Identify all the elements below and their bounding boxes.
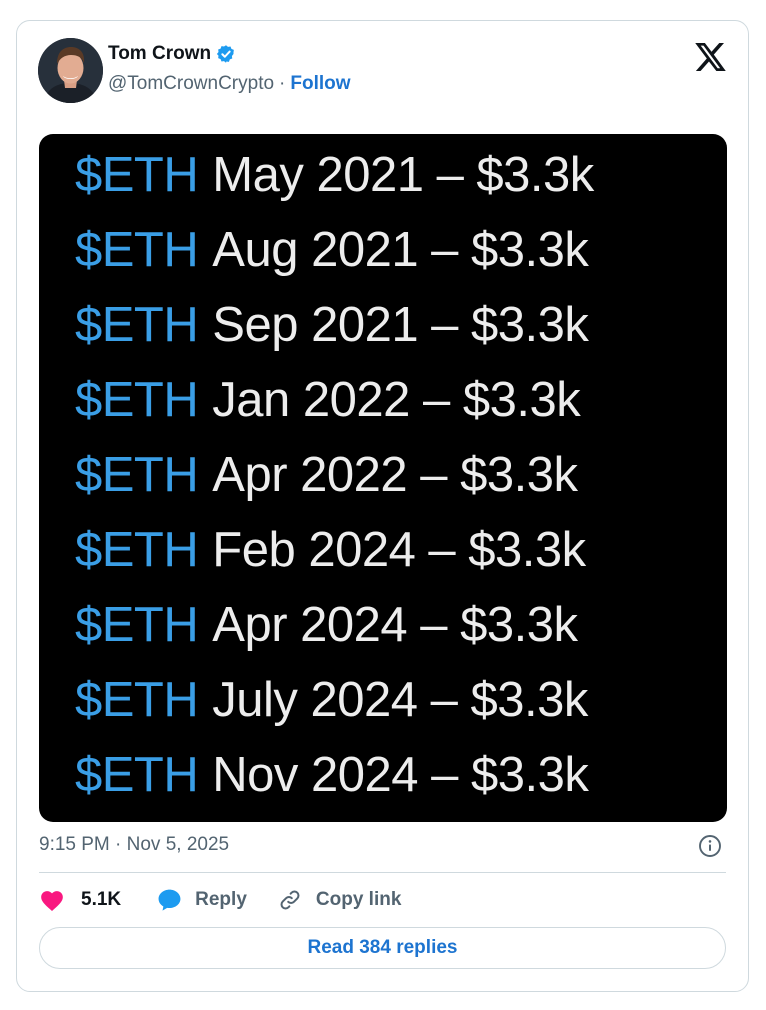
ticker-label: $ETH (75, 148, 199, 202)
media-text-row: $ETH Aug 2021 – $3.3k (75, 213, 589, 287)
info-icon[interactable] (698, 834, 722, 858)
date-price-label: Nov 2024 – $3.3k (212, 748, 589, 802)
date-price-label: Aug 2021 – $3.3k (212, 223, 589, 277)
ticker-label: $ETH (75, 523, 199, 577)
media-text-row: $ETH May 2021 – $3.3k (75, 138, 594, 212)
ticker-label: $ETH (75, 748, 199, 802)
ticker-label: $ETH (75, 373, 199, 427)
date-price-label: Feb 2024 – $3.3k (212, 523, 586, 577)
like-count: 5.1K (81, 889, 122, 910)
author-name[interactable]: Tom Crown (108, 43, 211, 65)
date-price-label: Jan 2022 – $3.3k (212, 373, 581, 427)
media-text-row: $ETH Jan 2022 – $3.3k (75, 363, 581, 437)
follow-button[interactable]: Follow (290, 73, 350, 95)
date-price-label: Apr 2024 – $3.3k (212, 598, 578, 652)
divider (39, 872, 726, 873)
author-name-row: Tom Crown (108, 43, 236, 65)
copy-link-button[interactable]: Copy link (278, 888, 402, 912)
media-text-row: $ETH July 2024 – $3.3k (75, 663, 588, 737)
ticker-label: $ETH (75, 223, 199, 277)
ticker-label: $ETH (75, 448, 199, 502)
reply-label: Reply (195, 889, 247, 910)
read-replies-button[interactable]: Read 384 replies (39, 927, 726, 969)
reply-button[interactable]: Reply (157, 888, 247, 912)
media-text-row: $ETH Nov 2024 – $3.3k (75, 738, 589, 812)
author-handle[interactable]: @TomCrownCrypto (108, 73, 274, 95)
copy-link-label: Copy link (315, 889, 402, 910)
ticker-label: $ETH (75, 298, 199, 352)
ticker-label: $ETH (75, 673, 199, 727)
date-price-label: May 2021 – $3.3k (212, 148, 594, 202)
tweet-card: Tom Crown @TomCrownCrypto · Follow $ETH … (16, 20, 749, 992)
tweet-timestamp[interactable]: 9:15 PM · Nov 5, 2025 (39, 834, 229, 856)
ticker-label: $ETH (75, 598, 199, 652)
like-button[interactable]: 5.1K (39, 888, 121, 912)
media-text-row: $ETH Sep 2021 – $3.3k (75, 288, 589, 362)
avatar-image (38, 38, 103, 103)
link-icon (278, 888, 316, 912)
date-price-label: Apr 2022 – $3.3k (212, 448, 578, 502)
author-handle-row: @TomCrownCrypto · Follow (108, 73, 351, 95)
x-logo-icon[interactable] (695, 43, 726, 71)
date-price-label: July 2024 – $3.3k (212, 673, 588, 727)
avatar[interactable] (38, 38, 103, 103)
media-text-row: $ETH Feb 2024 – $3.3k (75, 513, 586, 587)
heart-icon (39, 888, 81, 912)
separator-dot: · (279, 73, 286, 94)
verified-badge-icon (216, 44, 236, 64)
date-price-label: Sep 2021 – $3.3k (212, 298, 589, 352)
media-text-row: $ETH Apr 2024 – $3.3k (75, 588, 578, 662)
media-text-row: $ETH Apr 2022 – $3.3k (75, 438, 578, 512)
tweet-actions: 5.1K Reply Copy link (39, 887, 401, 913)
tweet-media-image[interactable]: $ETH May 2021 – $3.3k $ETH Aug 2021 – $3… (39, 134, 727, 822)
speech-bubble-icon (157, 888, 195, 912)
